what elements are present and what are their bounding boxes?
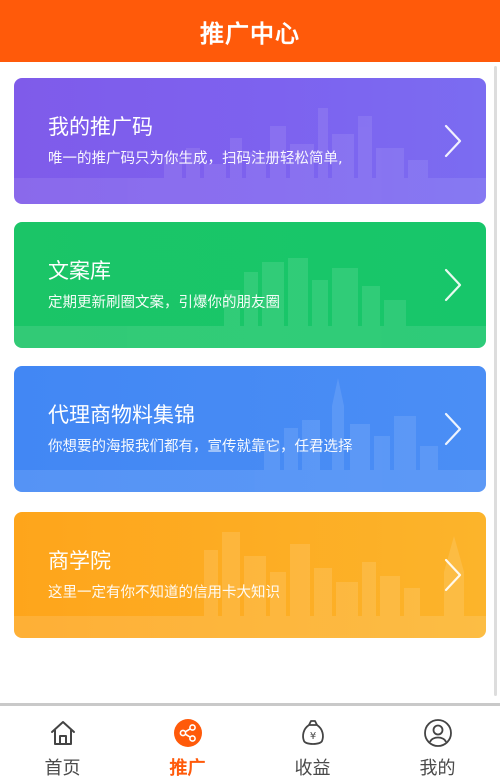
chevron-right-icon (444, 268, 462, 302)
tab-home[interactable]: 首页 (0, 706, 125, 784)
tab-label: 我的 (419, 758, 456, 779)
tab-label: 首页 (44, 758, 81, 779)
scrollbar[interactable] (494, 66, 497, 696)
card-title: 代理商物料集锦 (48, 403, 195, 427)
page-title: 推广中心 (200, 19, 300, 48)
city-skyline-decoration (14, 378, 486, 492)
card-business-school[interactable]: 商学院 这里一定有你不知道的信用卡大知识 (14, 512, 486, 638)
user-icon (423, 719, 452, 747)
city-skyline-decoration (14, 532, 486, 638)
card-title: 我的推广码 (48, 115, 153, 139)
top-header: 推广中心 (0, 0, 500, 62)
card-subtitle: 定期更新刷圈文案，引爆你的朋友圈 (48, 295, 280, 311)
card-agent-materials[interactable]: 代理商物料集锦 你想要的海报我们都有，宣传就靠它，任君选择 (14, 366, 486, 492)
tab-mine[interactable]: 我的 (375, 706, 500, 784)
tab-label: 收益 (294, 758, 331, 779)
tab-promote[interactable]: 推广 (125, 706, 250, 784)
home-icon (50, 721, 75, 745)
chevron-right-icon (444, 124, 462, 158)
tab-earnings[interactable]: ¥ 收益 (250, 706, 375, 784)
card-copywriting-library[interactable]: 文案库 定期更新刷圈文案，引爆你的朋友圈 (14, 222, 486, 348)
bottom-tab-bar: 首页 推广 ¥ 收益 我的 (0, 706, 500, 784)
chevron-right-icon (444, 558, 462, 592)
city-skyline-decoration (14, 108, 486, 204)
card-subtitle: 唯一的推广码只为你生成，扫码注册轻松简单, (48, 151, 343, 167)
card-title: 文案库 (48, 259, 111, 283)
card-subtitle: 你想要的海报我们都有，宣传就靠它，任君选择 (48, 439, 353, 455)
city-skyline-decoration (14, 258, 486, 348)
share-icon (173, 719, 202, 747)
card-subtitle: 这里一定有你不知道的信用卡大知识 (48, 585, 280, 601)
tab-label: 推广 (169, 758, 206, 779)
money-bag-icon: ¥ (301, 720, 324, 745)
card-title: 商学院 (48, 549, 111, 573)
svg-text:¥: ¥ (309, 731, 315, 742)
chevron-right-icon (444, 412, 462, 446)
card-my-promo-code[interactable]: 我的推广码 唯一的推广码只为你生成，扫码注册轻松简单, (14, 78, 486, 204)
